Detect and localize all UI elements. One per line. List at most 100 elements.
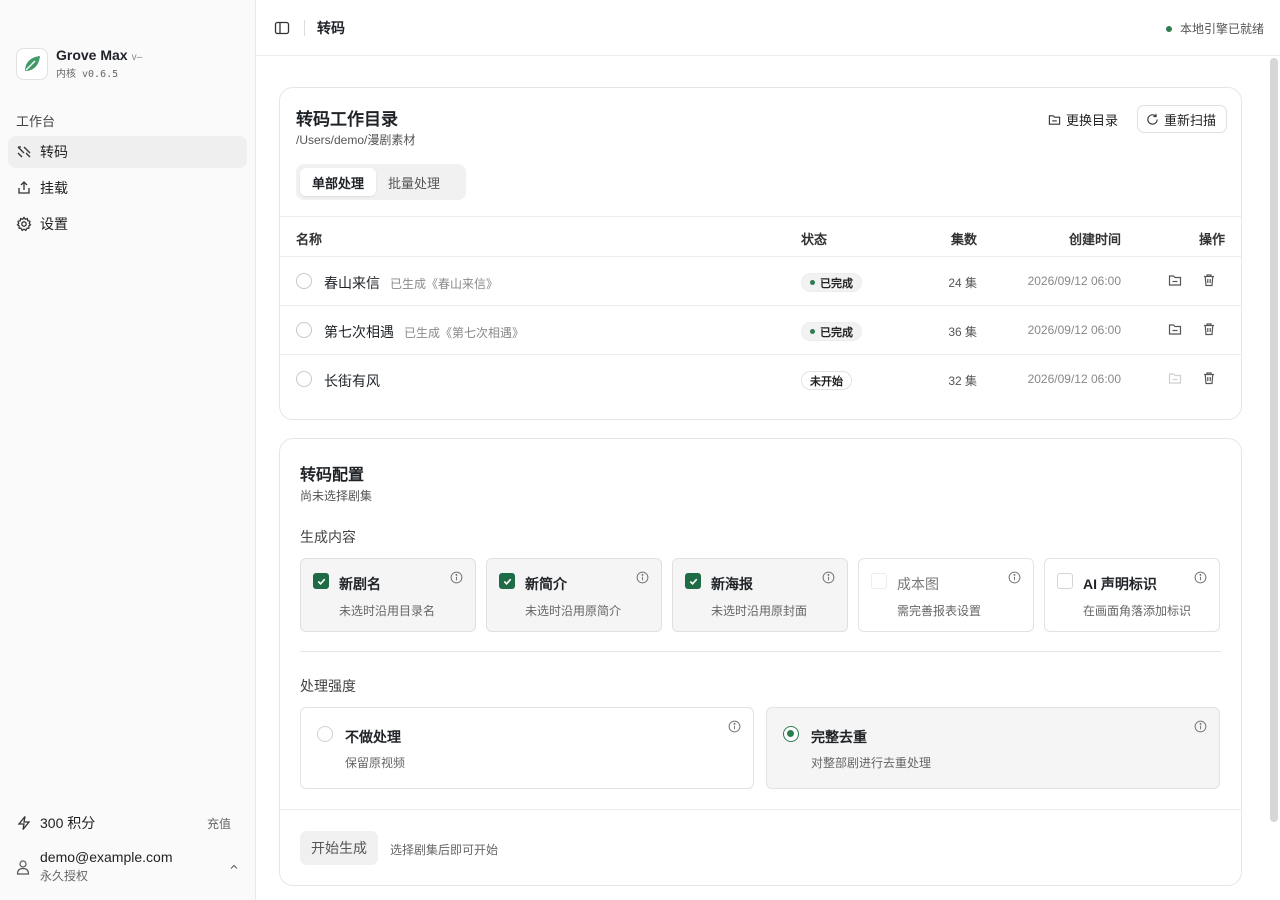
status-text: 已完成 (820, 277, 853, 290)
column-name: 名称 (296, 232, 323, 247)
checkbox (871, 573, 887, 589)
chevron-up-icon[interactable] (229, 862, 239, 872)
info-icon[interactable] (1194, 720, 1207, 733)
content-group-label: 生成内容 (300, 529, 356, 545)
row-name: 长街有风 (324, 371, 380, 391)
info-icon[interactable] (728, 720, 741, 733)
column-actions: 操作 (1198, 232, 1225, 247)
points-row: 300 积分 充值 (16, 813, 231, 833)
option-title: 新海报 (711, 576, 753, 592)
topbar: 转码 本地引擎已就绪 (256, 0, 1280, 56)
row-created-time: 2026/09/12 06:00 (1027, 323, 1121, 337)
checkbox[interactable] (1057, 573, 1073, 589)
account-email: demo@example.com (40, 849, 173, 865)
option-new-title[interactable]: 新剧名 未选时沿用目录名 (300, 558, 476, 632)
checkbox[interactable] (685, 573, 701, 589)
sidebar-item-settings[interactable]: 设置 (8, 208, 247, 240)
series-name: 长街有风 (324, 373, 380, 389)
info-icon[interactable] (450, 571, 463, 584)
start-generate-button[interactable]: 开始生成 (300, 831, 378, 865)
column-created: 创建时间 (1068, 232, 1121, 247)
sidebar-toggle-icon[interactable] (274, 20, 290, 36)
series-name: 第七次相遇 (324, 324, 394, 340)
sidebar-item-label: 挂载 (40, 180, 68, 196)
status-badge: 已完成 (801, 322, 862, 341)
check-icon (503, 578, 511, 585)
row-episodes: 36 集 (948, 325, 977, 339)
change-directory-button[interactable]: 更换目录 (1048, 110, 1118, 129)
user-icon (16, 859, 30, 875)
row-name: 春山来信 已生成《春山来信》 (324, 273, 498, 293)
main-content: 转码 本地引擎已就绪 转码工作目录 /Users/demo/漫剧素材 更换目录 … (256, 0, 1280, 900)
sidebar-nav: 转码 挂载 设置 (8, 136, 247, 244)
option-cost-image: 成本图 需完善报表设置 (858, 558, 1034, 632)
option-title: AI 声明标识 (1083, 576, 1157, 592)
intensity-title: 不做处理 (345, 729, 401, 745)
upload-icon (18, 181, 30, 194)
info-icon[interactable] (822, 571, 835, 584)
checkbox[interactable] (499, 573, 515, 589)
scrollbar[interactable] (1270, 58, 1278, 822)
table-row[interactable]: 第七次相遇 已生成《第七次相遇》 已完成 36 集 2026/09/12 06:0… (280, 306, 1241, 355)
start-hint: 选择剧集后即可开始 (390, 843, 499, 857)
open-folder-icon[interactable] (1168, 322, 1182, 336)
folder-icon (1048, 115, 1061, 125)
row-episodes: 24 集 (948, 276, 977, 290)
info-icon[interactable] (1008, 571, 1021, 584)
trash-icon[interactable] (1202, 322, 1216, 336)
trash-icon[interactable] (1202, 371, 1216, 385)
intensity-full-dedup[interactable]: 完整去重 对整部剧进行去重处理 (766, 707, 1220, 789)
points-balance: 300 积分 (40, 815, 96, 831)
radio-button[interactable] (317, 726, 333, 742)
option-new-poster[interactable]: 新海报 未选时沿用原封面 (672, 558, 848, 632)
account-menu[interactable]: demo@example.com 永久授权 (16, 849, 239, 884)
open-folder-icon (1168, 373, 1182, 384)
row-select-radio[interactable] (296, 322, 312, 338)
open-folder-icon[interactable] (1168, 273, 1182, 287)
status-badge: 已完成 (801, 273, 862, 292)
row-select-radio[interactable] (296, 371, 312, 387)
option-desc: 在画面角落添加标识 (1083, 604, 1192, 618)
sidebar-item-label: 设置 (40, 216, 68, 232)
app-name: Grove Max v– (56, 47, 143, 63)
radio-button[interactable] (783, 726, 799, 742)
row-select-radio[interactable] (296, 273, 312, 289)
rescan-button[interactable]: 重新扫描 (1137, 105, 1228, 133)
column-episodes: 集数 (950, 232, 977, 247)
option-ai-label[interactable]: AI 声明标识 在画面角落添加标识 (1044, 558, 1220, 632)
sidebar-item-label: 转码 (40, 144, 68, 160)
info-icon[interactable] (636, 571, 649, 584)
row-episodes: 32 集 (948, 374, 977, 388)
trash-icon[interactable] (1202, 273, 1216, 287)
intensity-options: 不做处理 保留原视频 完整去重 对整部剧进行去重处理 (300, 707, 1220, 789)
status-text: 未开始 (810, 375, 843, 388)
tab-batch[interactable]: 批量处理 (376, 168, 452, 196)
divider (300, 651, 1221, 652)
series-table: 名称 状态 集数 创建时间 操作 春山来信 已生成《春山来信》 已完成 24 集 … (280, 216, 1241, 404)
rescan-label: 重新扫描 (1164, 112, 1217, 128)
tab-single[interactable]: 单部处理 (300, 168, 377, 196)
brand: Grove Max v– 内核 v0.6.5 (16, 47, 142, 80)
leaf-logo-icon (16, 47, 48, 80)
intensity-none[interactable]: 不做处理 保留原视频 (300, 707, 754, 789)
sidebar-item-mount[interactable]: 挂载 (8, 172, 247, 204)
mode-tabs: 单部处理 批量处理 (296, 164, 466, 200)
config-title: 转码配置 (300, 467, 365, 484)
info-icon[interactable] (1194, 571, 1207, 584)
transcode-icon (17, 146, 31, 158)
change-directory-label: 更换目录 (1066, 113, 1119, 128)
row-generated-note: 已生成《春山来信》 (390, 277, 499, 291)
checkbox[interactable] (313, 573, 329, 589)
status-dot (810, 329, 815, 334)
option-new-synopsis[interactable]: 新简介 未选时沿用原简介 (486, 558, 662, 632)
table-row[interactable]: 春山来信 已生成《春山来信》 已完成 24 集 2026/09/12 06:00 (280, 257, 1241, 306)
sidebar-item-transcode[interactable]: 转码 (8, 136, 247, 168)
recharge-link[interactable]: 充值 (207, 815, 231, 832)
version-tag: v– (131, 52, 143, 63)
table-row[interactable]: 长街有风 未开始 32 集 2026/09/12 06:00 (280, 355, 1241, 404)
config-subtitle: 尚未选择剧集 (300, 489, 373, 503)
workspace-section-label: 工作台 (16, 114, 56, 129)
intensity-group-label: 处理强度 (300, 678, 356, 694)
kernel-version: 内核 v0.6.5 (56, 69, 119, 80)
engine-status-text: 本地引擎已就绪 (1179, 22, 1264, 36)
